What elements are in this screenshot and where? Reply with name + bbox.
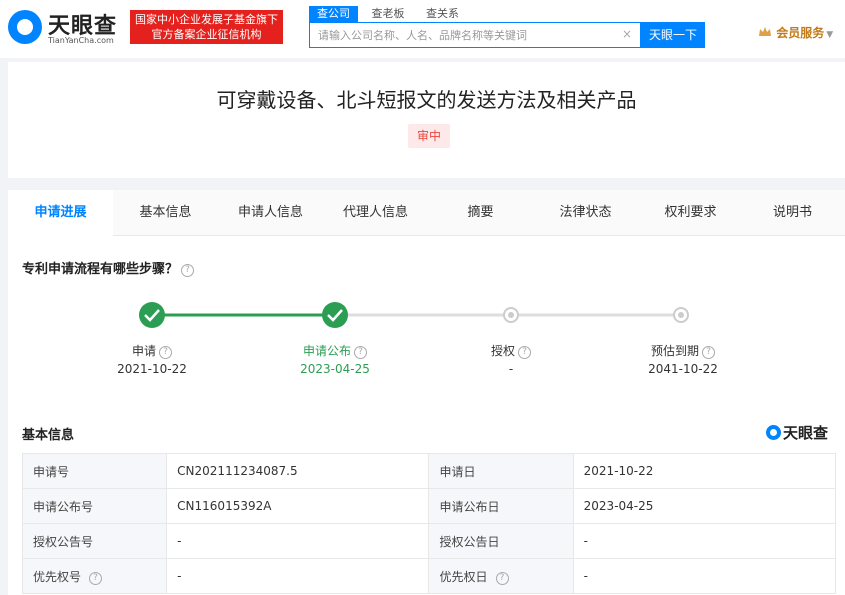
field-value-text: 2023-04-25 — [583, 499, 654, 513]
step-3-pending-icon — [503, 307, 519, 323]
table-row: 申请号 CN202111234087.5 申请日 2021-10-22 — [21, 453, 837, 489]
basic-info-title: 基本信息 — [22, 428, 75, 443]
search-tab-boss[interactable]: 查老板 — [364, 6, 413, 22]
field-label: 申请日 — [428, 453, 574, 489]
field-value-text: CN202111234087.5 — [177, 464, 298, 478]
field-value: CN116015392A — [166, 488, 430, 524]
tab-agent-info[interactable]: 代理人信息 — [323, 190, 428, 236]
field-value: - — [166, 558, 430, 594]
step-label-text: 申请公布 — [302, 344, 351, 358]
field-label-text: 申请号 — [33, 464, 70, 479]
basic-info-table: 申请号 CN202111234087.5 申请日 2021-10-22 申请公布号 CN1… — [21, 453, 837, 594]
patent-title-card: 可穿戴设备、北斗短报文的发送方法及相关产品 审中 — [8, 62, 845, 178]
status-badge: 审中 — [408, 124, 450, 148]
step-label-grant: 授权? — [476, 342, 546, 359]
search-tab-relation[interactable]: 查关系 — [418, 6, 467, 22]
step-2-check-icon — [322, 302, 348, 328]
process-question-text: 专利申请流程有哪些步骤？ — [22, 262, 179, 277]
field-label: 授权公告日 — [428, 523, 574, 559]
watermark-text: 天眼查 — [783, 424, 829, 442]
tab-description[interactable]: 说明书 — [740, 190, 845, 236]
step-date-apply: 2021-10-22 — [117, 362, 187, 376]
field-value-text: - — [177, 534, 182, 548]
field-label-text: 授权公告日 — [439, 534, 500, 549]
tab-basic-info[interactable]: 基本信息 — [113, 190, 218, 236]
tab-legal-status[interactable]: 法律状态 — [533, 190, 638, 236]
field-label-text: 申请公布号 — [33, 499, 94, 514]
step-1-check-icon — [139, 302, 165, 328]
step-4-pending-icon — [673, 307, 689, 323]
field-label-text: 优先权日 — [439, 569, 488, 584]
tianyancha-watermark: 天眼查 — [766, 422, 828, 443]
banner-line-1: 国家中小企业发展子基金旗下 — [135, 13, 278, 26]
field-label-text: 申请公布日 — [439, 499, 500, 514]
step-label-text: 预估到期 — [650, 344, 699, 358]
search-tab-company[interactable]: 查公司 — [309, 6, 358, 22]
clear-icon[interactable]: × — [622, 27, 632, 41]
field-value: CN202111234087.5 — [166, 453, 430, 489]
field-value: - — [166, 523, 430, 559]
banner-line-2: 官方备案企业征信机构 — [151, 28, 262, 41]
help-icon[interactable]: ? — [518, 346, 531, 359]
field-value-text: - — [583, 534, 588, 548]
search-input[interactable] — [310, 23, 610, 47]
field-value-text: - — [177, 569, 182, 583]
field-label: 申请公布日 — [428, 488, 574, 524]
fund-banner[interactable]: 国家中小企业发展子基金旗下 官方备案企业征信机构 — [130, 10, 283, 44]
field-value-text: CN116015392A — [177, 499, 272, 513]
member-label: 会员服务 — [776, 26, 825, 40]
field-label-text: 申请日 — [439, 464, 476, 479]
tab-application-progress[interactable]: 申请进展 — [8, 190, 113, 236]
tab-applicant-info[interactable]: 申请人信息 — [218, 190, 323, 236]
process-question: 专利申请流程有哪些步骤？? — [22, 258, 195, 277]
table-row: 优先权号? - 优先权日? - — [21, 558, 837, 594]
logo-icon — [8, 10, 42, 44]
search-button[interactable]: 天眼一下 — [641, 22, 705, 48]
help-icon[interactable]: ? — [354, 346, 367, 359]
field-value: 2023-04-25 — [572, 488, 837, 524]
field-value: - — [572, 523, 837, 559]
detail-tabs: 申请进展 基本信息 申请人信息 代理人信息 摘要 法律状态 权利要求 说明书 — [8, 190, 845, 236]
help-icon[interactable]: ? — [159, 346, 172, 359]
chevron-down-icon: ▼ — [826, 30, 834, 40]
step-label-expiry: 预估到期? — [638, 342, 728, 359]
logo-icon — [766, 425, 781, 440]
member-service-link[interactable]: 会员服务 ▼ — [758, 24, 833, 41]
tianyancha-logo[interactable]: 天眼查 TianYanCha.com — [8, 8, 126, 48]
step-date-grant: - — [508, 362, 514, 376]
field-label: 授权公告号 — [21, 523, 168, 559]
step-label-text: 申请 — [131, 344, 156, 358]
table-row: 授权公告号 - 授权公告日 - — [21, 523, 837, 559]
table-row: 申请公布号 CN116015392A 申请公布日 2023-04-25 — [21, 488, 837, 524]
field-label-text: 授权公告号 — [33, 534, 94, 549]
field-label: 优先权日? — [428, 558, 574, 594]
help-icon[interactable]: ? — [181, 264, 195, 277]
search-box: × — [309, 22, 641, 48]
help-icon[interactable]: ? — [89, 571, 103, 585]
help-icon[interactable]: ? — [495, 571, 509, 585]
step-date-expiry: 2041-10-22 — [648, 362, 718, 376]
step-label-apply: 申请? — [112, 342, 192, 359]
patent-title: 可穿戴设备、北斗短报文的发送方法及相关产品 — [216, 88, 637, 112]
crown-icon — [759, 27, 771, 36]
step-label-publish: 申请公布? — [290, 342, 380, 359]
field-value-text: - — [583, 569, 588, 583]
field-label: 申请公布号 — [21, 488, 168, 524]
field-label: 申请号 — [21, 453, 168, 489]
step-date-publish: 2023-04-25 — [300, 362, 370, 376]
help-icon[interactable]: ? — [702, 346, 715, 359]
tab-abstract[interactable]: 摘要 — [428, 190, 533, 236]
main-card: 申请进展 基本信息 申请人信息 代理人信息 摘要 法律状态 权利要求 说明书 专… — [8, 190, 845, 595]
field-label-text: 优先权号 — [33, 569, 82, 584]
tab-claims[interactable]: 权利要求 — [638, 190, 743, 236]
step-label-text: 授权 — [490, 344, 515, 358]
field-label: 优先权号? — [21, 558, 168, 594]
search-tabs: 查公司 查老板 查关系 — [309, 6, 469, 22]
top-header: 天眼查 TianYanCha.com 国家中小企业发展子基金旗下 官方备案企业征… — [0, 0, 845, 58]
field-value: - — [572, 558, 837, 594]
field-value: 2021-10-22 — [572, 453, 837, 489]
progress-steps-graphic — [139, 302, 689, 328]
field-value-text: 2021-10-22 — [583, 464, 654, 478]
logo-subtitle: TianYanCha.com — [48, 36, 114, 45]
